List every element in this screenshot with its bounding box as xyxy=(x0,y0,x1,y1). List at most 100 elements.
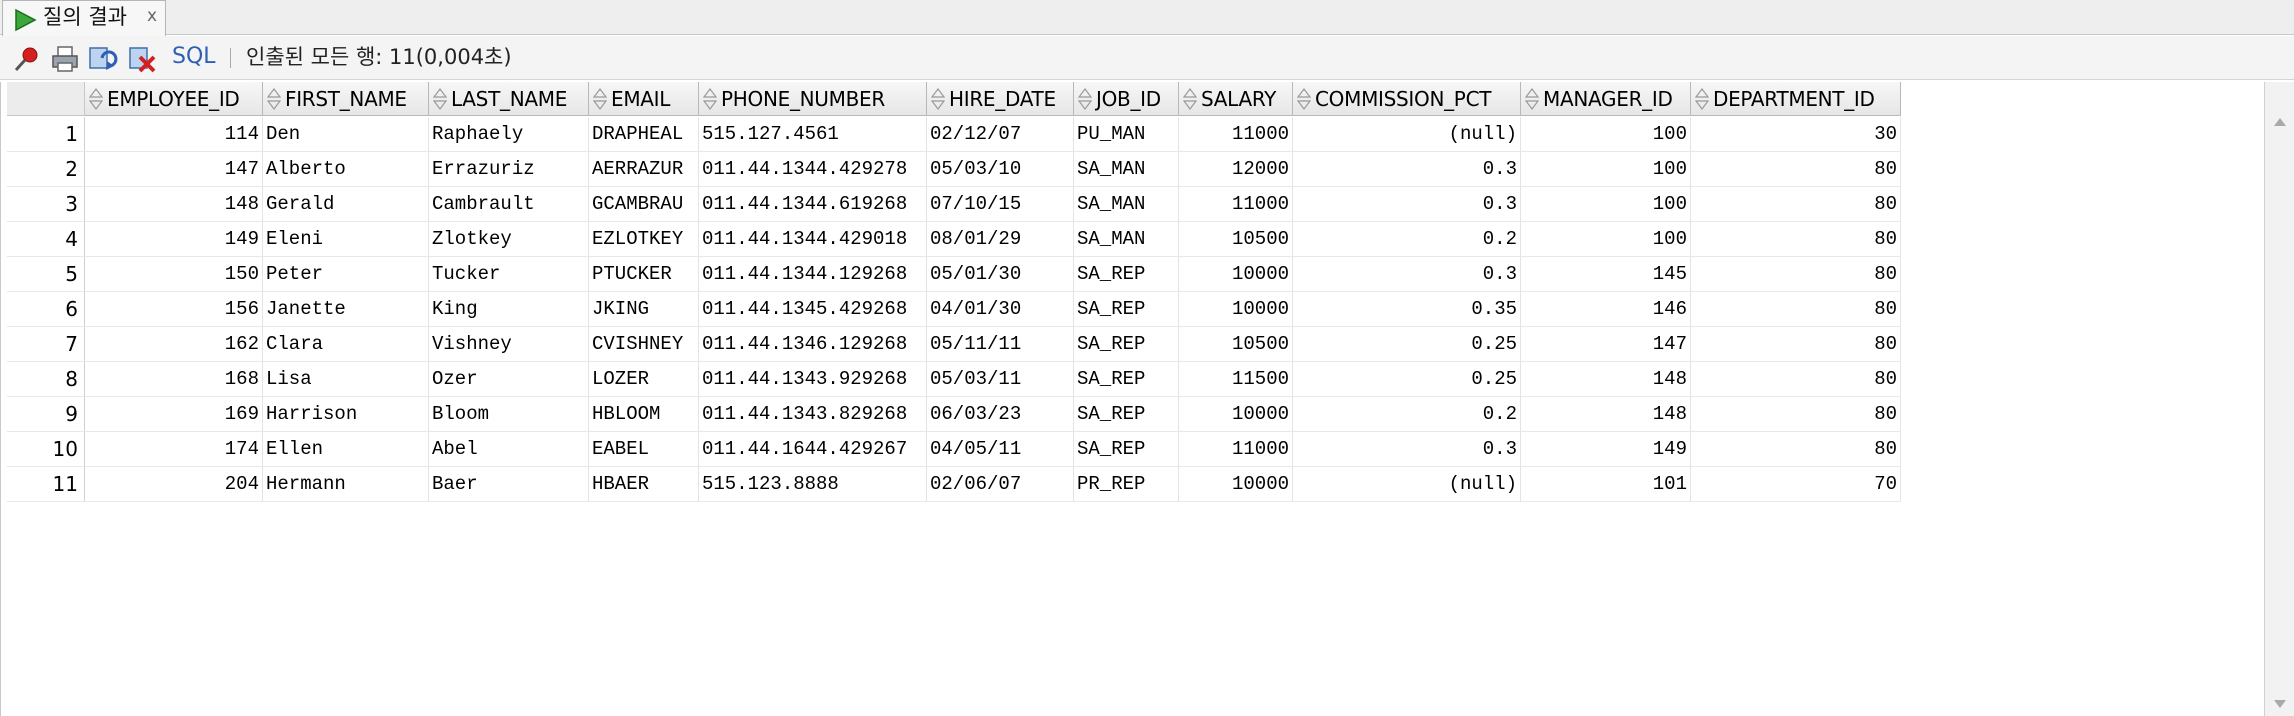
row-number[interactable]: 6 xyxy=(7,292,85,326)
close-icon[interactable]: x xyxy=(147,6,157,26)
table-cell[interactable]: 80 xyxy=(1691,432,1901,466)
table-cell[interactable]: 04/01/30 xyxy=(927,292,1074,326)
sort-icon[interactable] xyxy=(931,88,945,110)
table-cell[interactable]: LOZER xyxy=(589,362,699,396)
table-row[interactable]: 6 156 Janette King JKING 011.44.1345.429268 04… xyxy=(7,292,1901,327)
table-cell[interactable]: 100 xyxy=(1521,222,1691,256)
table-cell[interactable]: EZLOTKEY xyxy=(589,222,699,256)
table-cell[interactable]: Clara xyxy=(263,327,429,361)
table-cell[interactable]: 08/01/29 xyxy=(927,222,1074,256)
table-cell[interactable]: 011.44.1346.129268 xyxy=(699,327,927,361)
cancel-icon[interactable] xyxy=(128,44,158,74)
sort-icon[interactable] xyxy=(267,88,281,110)
table-cell[interactable]: 145 xyxy=(1521,257,1691,291)
table-cell[interactable]: Peter xyxy=(263,257,429,291)
table-cell[interactable]: 515.127.4561 xyxy=(699,117,927,151)
column-header[interactable]: SALARY xyxy=(1179,82,1293,116)
table-cell[interactable]: SA_MAN xyxy=(1074,222,1179,256)
table-cell[interactable]: 07/10/15 xyxy=(927,187,1074,221)
column-header[interactable]: DEPARTMENT_ID xyxy=(1691,82,1901,116)
table-cell[interactable]: 12000 xyxy=(1179,152,1293,186)
table-row[interactable]: 4 149 Eleni Zlotkey EZLOTKEY 011.44.1344.4290… xyxy=(7,222,1901,257)
table-cell[interactable]: (null) xyxy=(1293,467,1521,501)
table-cell[interactable]: 011.44.1344.429018 xyxy=(699,222,927,256)
table-cell[interactable]: 515.123.8888 xyxy=(699,467,927,501)
table-cell[interactable]: 11500 xyxy=(1179,362,1293,396)
table-cell[interactable]: Harrison xyxy=(263,397,429,431)
column-header[interactable]: JOB_ID xyxy=(1074,82,1179,116)
table-row[interactable]: 1 114 Den Raphaely DRAPHEAL 515.127.4561 02/12… xyxy=(7,117,1901,152)
sort-icon[interactable] xyxy=(1695,88,1709,110)
row-number[interactable]: 5 xyxy=(7,257,85,291)
table-cell[interactable]: 0.2 xyxy=(1293,222,1521,256)
table-cell[interactable]: Den xyxy=(263,117,429,151)
table-cell[interactable]: 11000 xyxy=(1179,187,1293,221)
table-cell[interactable]: 10500 xyxy=(1179,222,1293,256)
table-cell[interactable]: Janette xyxy=(263,292,429,326)
table-cell[interactable]: 149 xyxy=(1521,432,1691,466)
table-cell[interactable]: 011.44.1344.619268 xyxy=(699,187,927,221)
sql-button[interactable]: SQL xyxy=(172,43,216,71)
table-cell[interactable]: 150 xyxy=(85,257,263,291)
scroll-up-icon[interactable] xyxy=(2274,118,2286,126)
table-cell[interactable]: Bloom xyxy=(429,397,589,431)
table-cell[interactable]: Ozer xyxy=(429,362,589,396)
table-cell[interactable]: 11000 xyxy=(1179,432,1293,466)
table-cell[interactable]: 174 xyxy=(85,432,263,466)
table-cell[interactable]: 149 xyxy=(85,222,263,256)
table-cell[interactable]: PU_MAN xyxy=(1074,117,1179,151)
table-cell[interactable]: HBLOOM xyxy=(589,397,699,431)
table-cell[interactable]: SA_REP xyxy=(1074,362,1179,396)
table-cell[interactable]: Eleni xyxy=(263,222,429,256)
vertical-scrollbar[interactable] xyxy=(2264,82,2294,716)
table-cell[interactable]: 05/03/11 xyxy=(927,362,1074,396)
table-cell[interactable]: Abel xyxy=(429,432,589,466)
table-cell[interactable]: 04/05/11 xyxy=(927,432,1074,466)
table-cell[interactable]: 162 xyxy=(85,327,263,361)
table-cell[interactable]: Gerald xyxy=(263,187,429,221)
table-cell[interactable]: 06/03/23 xyxy=(927,397,1074,431)
sort-icon[interactable] xyxy=(1525,88,1539,110)
table-cell[interactable]: 011.44.1343.829268 xyxy=(699,397,927,431)
tab-query-result[interactable]: 질의 결과 x xyxy=(2,0,166,36)
table-row[interactable]: 7 162 Clara Vishney CVISHNEY 011.44.1346.1292… xyxy=(7,327,1901,362)
column-header[interactable]: EMAIL xyxy=(589,82,699,116)
table-cell[interactable]: Hermann xyxy=(263,467,429,501)
table-cell[interactable]: 80 xyxy=(1691,187,1901,221)
table-cell[interactable]: 147 xyxy=(85,152,263,186)
table-cell[interactable]: 156 xyxy=(85,292,263,326)
table-cell[interactable]: 10000 xyxy=(1179,292,1293,326)
table-cell[interactable]: Alberto xyxy=(263,152,429,186)
table-row[interactable]: 9 169 Harrison Bloom HBLOOM 011.44.1343.82926… xyxy=(7,397,1901,432)
sort-icon[interactable] xyxy=(703,88,717,110)
table-cell[interactable]: 0.3 xyxy=(1293,432,1521,466)
table-cell[interactable]: SA_REP xyxy=(1074,292,1179,326)
table-cell[interactable]: King xyxy=(429,292,589,326)
column-header[interactable]: FIRST_NAME xyxy=(263,82,429,116)
row-number[interactable]: 8 xyxy=(7,362,85,396)
sort-icon[interactable] xyxy=(1183,88,1197,110)
refresh-icon[interactable] xyxy=(88,44,118,74)
column-header[interactable]: EMPLOYEE_ID xyxy=(85,82,263,116)
table-cell[interactable]: 100 xyxy=(1521,187,1691,221)
table-cell[interactable]: 02/12/07 xyxy=(927,117,1074,151)
sort-icon[interactable] xyxy=(1078,88,1092,110)
sort-icon[interactable] xyxy=(433,88,447,110)
table-cell[interactable]: Raphaely xyxy=(429,117,589,151)
table-cell[interactable]: Vishney xyxy=(429,327,589,361)
sort-icon[interactable] xyxy=(89,88,103,110)
table-cell[interactable]: 80 xyxy=(1691,362,1901,396)
table-cell[interactable]: Errazuriz xyxy=(429,152,589,186)
table-row[interactable]: 5 150 Peter Tucker PTUCKER 011.44.1344.129268… xyxy=(7,257,1901,292)
table-cell[interactable]: PR_REP xyxy=(1074,467,1179,501)
row-number[interactable]: 11 xyxy=(7,467,85,501)
table-cell[interactable]: 0.2 xyxy=(1293,397,1521,431)
table-cell[interactable]: Baer xyxy=(429,467,589,501)
table-cell[interactable]: 204 xyxy=(85,467,263,501)
table-cell[interactable]: 80 xyxy=(1691,222,1901,256)
row-number[interactable]: 4 xyxy=(7,222,85,256)
table-cell[interactable]: 0.3 xyxy=(1293,187,1521,221)
row-number[interactable]: 2 xyxy=(7,152,85,186)
pin-icon[interactable] xyxy=(12,44,42,74)
table-cell[interactable]: 0.25 xyxy=(1293,362,1521,396)
